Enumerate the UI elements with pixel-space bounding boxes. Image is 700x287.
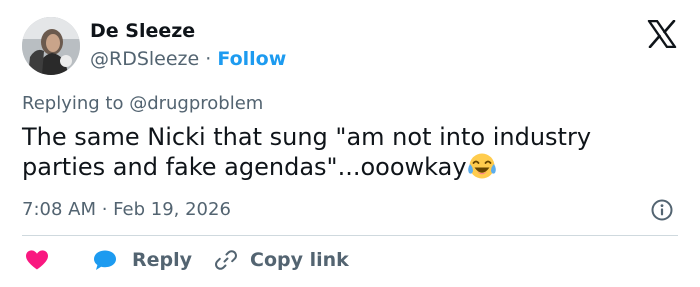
reply-button[interactable]: Reply <box>92 246 192 274</box>
replying-to: Replying to @drugproblem <box>22 93 264 114</box>
tweet-timestamp[interactable]: 7:08 AM · Feb 19, 2026 <box>22 199 231 220</box>
reply-label: Reply <box>132 249 193 271</box>
x-logo-icon[interactable] <box>647 20 677 48</box>
author-handle-row: @RDSleeze · Follow <box>90 48 286 70</box>
divider <box>22 235 678 236</box>
author-name[interactable]: De Sleeze <box>90 20 195 42</box>
tweet-text-line-2-text: parties and fake agendas"...ooowkay <box>22 153 467 181</box>
info-icon[interactable] <box>650 198 674 222</box>
speech-bubble-icon <box>94 250 116 270</box>
avatar[interactable] <box>22 17 80 75</box>
tweet-text: The same Nicki that sung "am not into in… <box>22 122 662 182</box>
tweet-text-line-2: parties and fake agendas"...ooowkay <box>22 152 662 182</box>
copy-link-button[interactable]: Copy link <box>214 246 349 274</box>
tweet-text-line-1: The same Nicki that sung "am not into in… <box>22 123 592 151</box>
follow-button[interactable]: Follow <box>217 48 286 70</box>
link-icon <box>215 250 237 270</box>
heart-icon <box>26 250 48 270</box>
author-handle[interactable]: @RDSleeze <box>90 48 199 70</box>
handle-separator: · <box>205 48 212 70</box>
like-button[interactable] <box>24 246 50 274</box>
copy-link-label: Copy link <box>250 249 349 271</box>
face-with-tears-of-joy-icon <box>467 153 496 179</box>
